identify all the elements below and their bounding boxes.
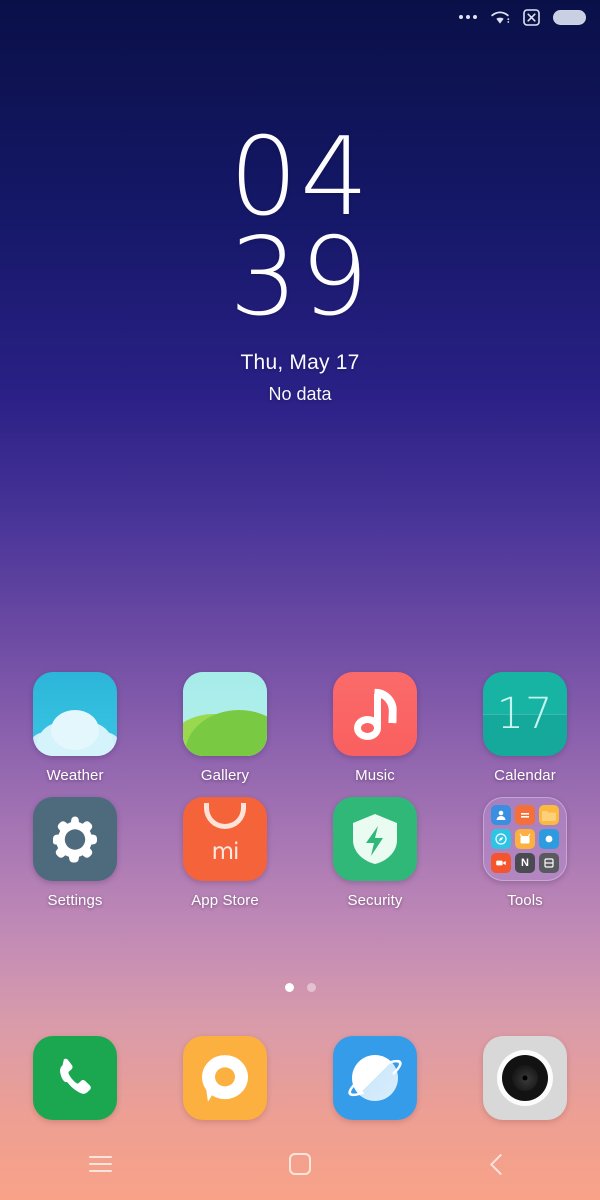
messages-icon[interactable] [183,1036,267,1120]
navigation-bar [0,1128,600,1200]
phone-icon[interactable] [33,1036,117,1120]
clock-icon [515,829,535,849]
clock-hours: 04 [229,115,371,240]
camera-icon[interactable] [483,1036,567,1120]
app-label-calendar: Calendar [494,767,556,784]
page-indicator [0,983,600,992]
calendar-day-number: 17 [496,689,554,739]
app-tools-folder[interactable]: N Tools [450,797,600,909]
app-grid: Weather Gallery Music 17 Calendar Settin… [0,672,600,922]
home-button[interactable] [200,1153,400,1175]
app-weather[interactable]: Weather [0,672,150,784]
app-store-icon[interactable]: mi [183,797,267,881]
app-app-store[interactable]: mi App Store [150,797,300,909]
app-row: Settings mi App Store Security N Tools [0,797,600,909]
notes-icon: N [515,853,535,873]
app-label-tools: Tools [507,892,543,909]
page-dot-1[interactable] [284,983,294,992]
browser-icon[interactable] [333,1036,417,1120]
folder-mini-grid: N [491,805,559,873]
page-dot-2[interactable] [306,983,316,992]
compass-icon [491,829,511,849]
file-manager-icon [539,805,559,825]
app-label-settings: Settings [47,892,103,909]
dock-item-messages[interactable] [150,1036,300,1120]
app-label-music: Music [355,767,395,784]
clock-widget[interactable]: 04 39 Thu, May 17 No data [0,115,600,405]
battery-icon [553,9,586,25]
gallery-icon[interactable] [183,672,267,756]
app-settings[interactable]: Settings [0,797,150,909]
calendar-icon[interactable]: 17 [483,672,567,756]
more-dots-icon [459,15,477,19]
app-calendar[interactable]: 17 Calendar [450,672,600,784]
app-label-app-store: App Store [191,892,259,909]
music-icon[interactable] [333,672,417,756]
dock-item-phone[interactable] [0,1036,150,1120]
clock-status: No data [268,383,332,404]
contacts-icon [491,805,511,825]
calculator-icon [515,805,535,825]
recorder-icon [539,829,559,849]
dock-item-camera[interactable] [450,1036,600,1120]
app-label-security: Security [347,892,403,909]
app-gallery[interactable]: Gallery [150,672,300,784]
menu-icon [88,1156,112,1172]
app-label-weather: Weather [46,767,104,784]
app-music[interactable]: Music [300,672,450,784]
chevron-left-icon [489,1153,511,1175]
home-square-icon [289,1153,311,1175]
security-shield-icon[interactable] [333,797,417,881]
home-screen: 04 39 Thu, May 17 No data Weather Galler… [0,0,600,1200]
scanner-icon [539,853,559,873]
status-bar-icons [459,8,586,26]
settings-gear-icon[interactable] [33,797,117,881]
weather-icon[interactable] [33,672,117,756]
dock-item-browser[interactable] [300,1036,450,1120]
back-button[interactable] [400,1153,600,1175]
app-security[interactable]: Security [300,797,450,909]
app-label-gallery: Gallery [200,767,250,784]
wifi-icon [490,10,510,25]
clock-date: Thu, May 17 [240,350,360,374]
status-bar [0,0,600,34]
no-sim-icon [523,8,540,26]
tools-folder-icon[interactable]: N [483,797,567,881]
clock-minutes: 39 [229,215,371,341]
dock [0,1036,600,1120]
video-icon [491,853,511,873]
recents-button[interactable] [0,1156,200,1172]
app-row: Weather Gallery Music 17 Calendar [0,672,600,784]
mi-logo-text: mi [211,839,240,865]
notes-glyph: N [521,856,529,869]
